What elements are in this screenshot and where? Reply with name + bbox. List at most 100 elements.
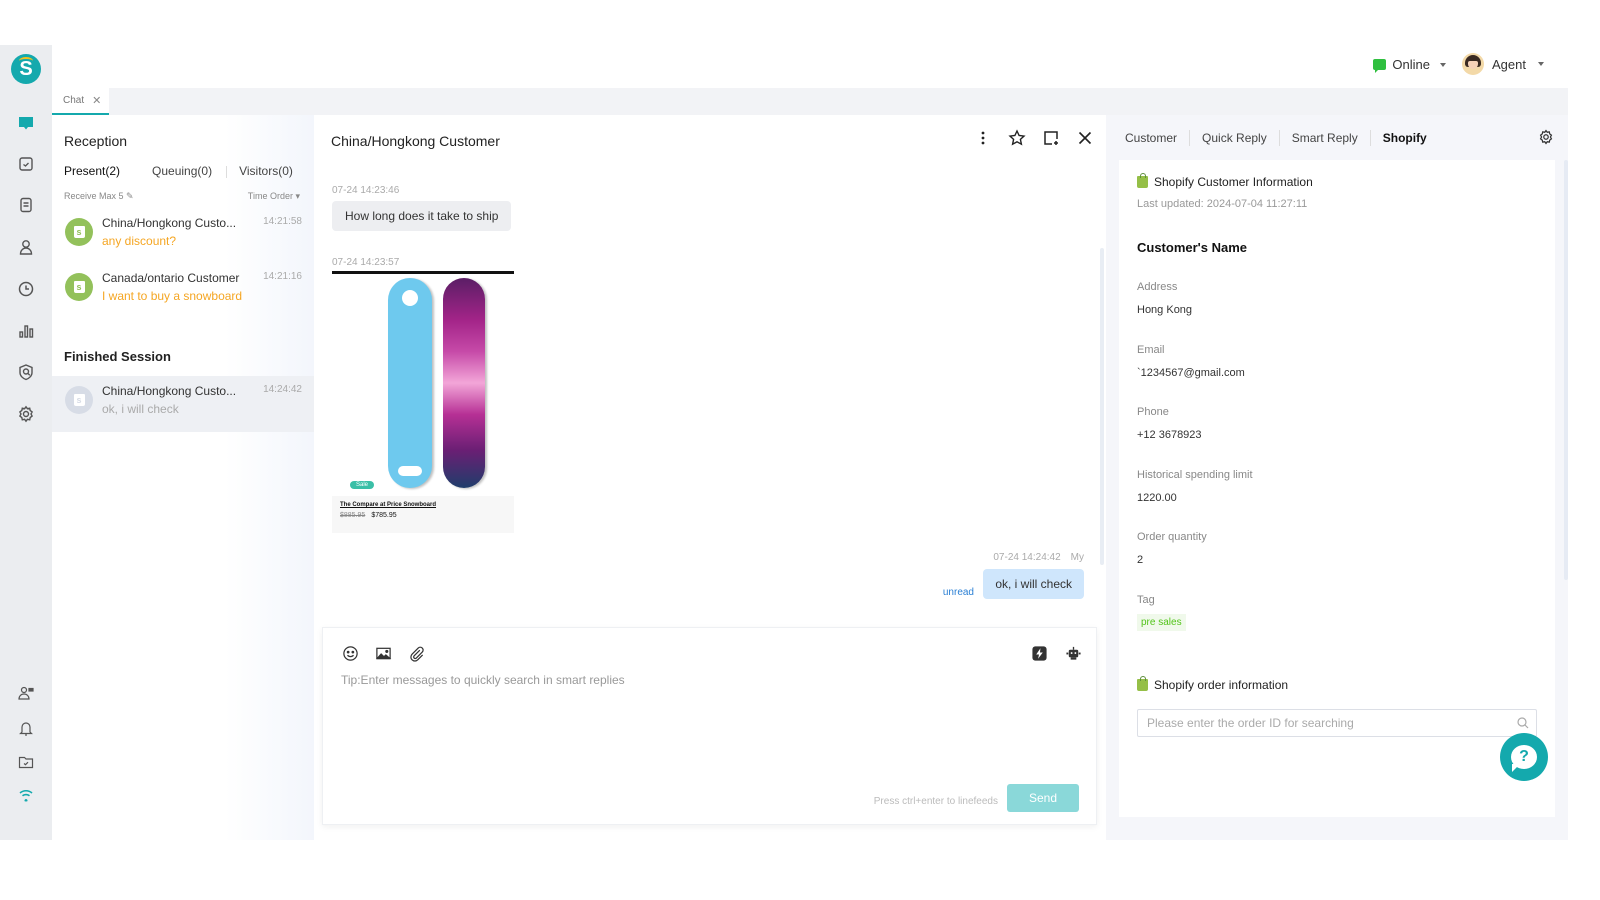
field-label: Tag [1137,594,1155,606]
edit-icon: ✎ [126,191,134,201]
outgoing-message: ok, i will check [983,569,1084,599]
emoji-icon[interactable] [341,644,359,662]
caret-down-icon [1538,62,1544,66]
user-icon[interactable] [16,237,36,257]
chat-scrollbar[interactable] [1100,248,1104,565]
product-prices: $885.95 $785.95 [340,512,506,519]
app-logo[interactable]: S [11,54,41,84]
message-timestamp: 07-24 14:23:46 [332,185,400,196]
close-tab-icon[interactable]: ✕ [92,94,101,107]
customer-name: Customer's Name [1137,240,1248,255]
agent-menu[interactable]: Agent [1462,53,1544,75]
status-dropdown[interactable]: Online [1373,57,1446,73]
chat-bubble-icon[interactable] [16,113,36,133]
shopify-avatar-icon: s [65,218,93,246]
agent-label: Agent [1492,56,1526,72]
wifi-icon [16,785,36,805]
field-value: `1234567@gmail.com [1137,367,1245,379]
search-icon[interactable] [1516,716,1530,730]
order-info-header: Shopify order information [1137,676,1289,692]
field-spending-limit: Historical spending limit 1220.00 [1137,469,1253,504]
help-chat-button[interactable]: ? [1500,733,1548,781]
more-vertical-icon[interactable] [974,129,992,147]
session-name: China/Hongkong Custo... [102,384,237,398]
finished-session-title: Finished Session [64,349,171,364]
field-order-quantity: Order quantity 2 [1137,531,1207,566]
composer-input[interactable]: Tip:Enter messages to quickly search in … [341,673,625,687]
document-icon[interactable] [16,195,36,215]
sale-badge: Sale [350,481,375,489]
order-search-input[interactable] [1137,709,1537,737]
online-status-icon [1373,59,1387,73]
app-window: S Online Agent Chat ✕ Reception Present(… [0,45,1568,840]
customer-info-header: Shopify Customer Information [1137,173,1313,189]
star-icon[interactable] [1008,129,1026,147]
gear-icon[interactable] [16,404,36,424]
composer-actions [1030,644,1082,662]
shopify-avatar-icon: s [65,386,93,414]
reception-panel: Reception Present(2) Queuing(0) Visitors… [52,115,314,840]
chat-title: China/Hongkong Customer [331,133,500,149]
product-card[interactable]: Sale The Compare at Price Snowboard $885… [332,271,514,533]
tab-present[interactable]: Present(2) [64,164,120,178]
tab-customer[interactable]: Customer [1125,131,1189,145]
field-value: +12 3678923 [1137,429,1202,441]
clock-icon[interactable] [16,279,36,299]
shopify-avatar-icon: s [65,273,93,301]
checkbox-icon[interactable] [16,154,36,174]
receive-max-setting[interactable]: Receive Max 5 ✎ [64,191,134,202]
sort-dropdown[interactable]: Time Order ▾ [248,191,300,202]
tab-chat[interactable]: Chat ✕ [52,88,109,115]
receive-max-label: Receive Max 5 [64,191,124,201]
status-label: Online [1392,57,1430,72]
product-price: $785.95 [371,512,397,519]
session-name: Canada/ontario Customer [102,271,240,285]
order-info-title: Shopify order information [1154,678,1289,692]
tab-shopify[interactable]: Shopify [1371,131,1439,145]
tab-smart-reply[interactable]: Smart Reply [1280,131,1370,145]
sort-label: Time Order [247,191,293,201]
tab-visitors[interactable]: Visitors(0) [239,164,293,178]
field-tag: Tag pre sales [1137,594,1186,631]
session-item[interactable]: s China/Hongkong Custo... 14:21:58 any d… [52,208,314,262]
bell-icon[interactable] [16,718,36,738]
divider [226,166,228,178]
top-header: Online Agent [52,45,1568,88]
panel-settings-gear-icon[interactable] [1538,129,1554,145]
product-image: Sale [338,274,508,496]
session-time: 14:21:16 [263,271,302,282]
attachment-icon[interactable] [407,644,425,662]
quick-reply-lightning-icon[interactable] [1030,644,1048,662]
folder-check-icon[interactable] [16,752,36,772]
finished-session-item[interactable]: s China/Hongkong Custo... 14:24:42 ok, i… [52,376,314,432]
user-card-icon[interactable] [16,683,36,703]
tab-queuing[interactable]: Queuing(0) [152,164,212,178]
incoming-message: How long does it take to ship [332,201,512,231]
chat-actions [974,129,1094,147]
send-button[interactable]: Send [1007,784,1079,812]
right-panel-scrollbar[interactable] [1564,160,1568,580]
shield-search-icon[interactable] [16,362,36,382]
product-name[interactable]: The Compare at Price Snowboard [340,502,506,508]
session-item[interactable]: s Canada/ontario Customer 14:21:16 I wan… [52,263,314,317]
reception-controls: Receive Max 5 ✎ Time Order ▾ [64,191,300,202]
snowboard-purple [443,278,485,488]
bar-chart-icon[interactable] [16,321,36,341]
session-time: 14:24:42 [263,384,302,395]
image-icon[interactable] [374,644,392,662]
tab-quick-reply[interactable]: Quick Reply [1190,131,1279,145]
field-label: Address [1137,281,1178,293]
session-last-message: ok, i will check [102,402,179,416]
field-value: Hong Kong [1137,304,1193,316]
linefeed-hint: Press ctrl+enter to linefeeds [873,796,998,807]
message-timestamp: 07-24 14:24:42 [993,552,1061,563]
reception-title: Reception [64,133,128,149]
robot-icon[interactable] [1064,644,1082,662]
close-icon[interactable] [1076,129,1094,147]
shopify-info-card: Shopify Customer Information Last update… [1119,160,1555,817]
caret-down-icon: ▾ [295,191,300,201]
reception-tabs: Present(2) Queuing(0) Visitors(0) [64,164,325,178]
left-nav-rail: S [0,45,52,840]
session-time: 14:21:58 [263,216,302,227]
transfer-icon[interactable] [1042,129,1060,147]
